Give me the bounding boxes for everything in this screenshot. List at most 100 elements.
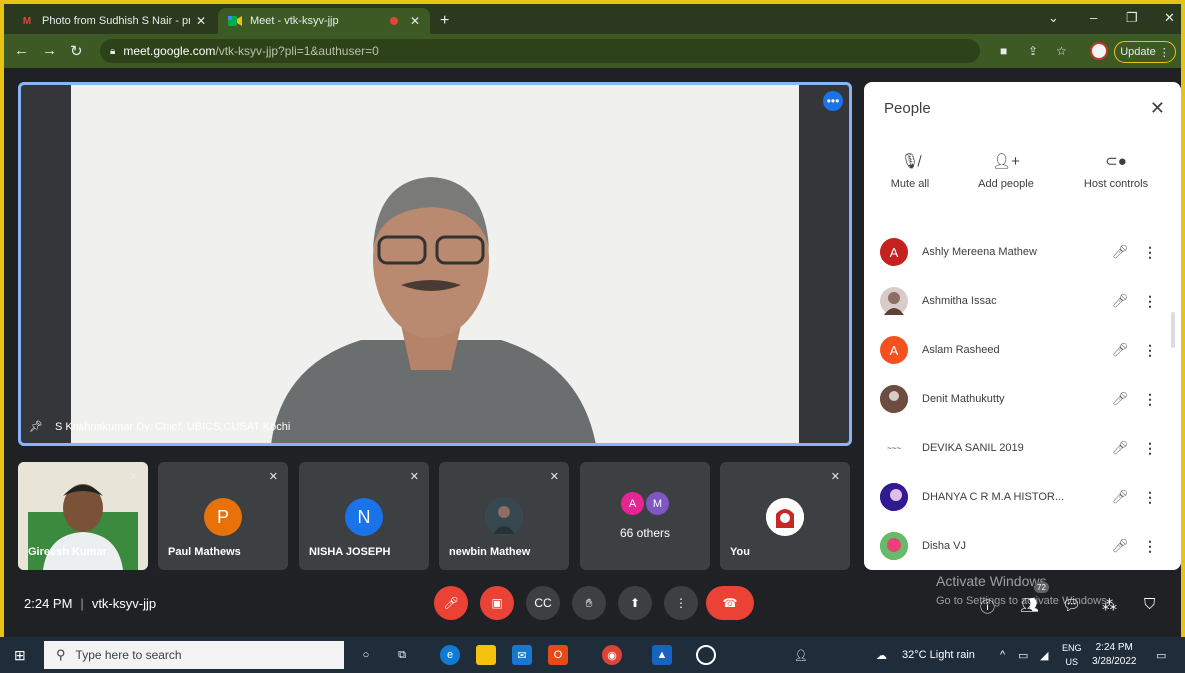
minimize-icon[interactable]: – bbox=[1090, 10, 1097, 25]
present-button[interactable]: ⬆ bbox=[618, 586, 652, 620]
main-video[interactable]: 📌︎ S Krishnakumar Dy. Chief, UBICS,CUSAT… bbox=[18, 82, 852, 446]
mic-off-icon: ✕ bbox=[128, 471, 138, 483]
mute-all-button[interactable]: 🎙︎̸ Mute all bbox=[884, 152, 936, 190]
more-vert-icon[interactable]: ⋮ bbox=[1135, 391, 1165, 408]
mic-off-icon[interactable]: 🎤︎ bbox=[1105, 391, 1135, 407]
tab-search-icon[interactable]: ⌄ bbox=[1048, 10, 1059, 26]
participant-name: Ashly Mereena Mathew bbox=[922, 246, 1037, 258]
more-vert-icon[interactable]: ⋮ bbox=[1135, 244, 1165, 261]
taskbar-clock[interactable]: 2:24 PM 3/28/2022 bbox=[1092, 641, 1137, 669]
address-toolbar: ← → ↻ 🔒︎ meet.google.com /vtk-ksyv-jjp?p… bbox=[4, 34, 1181, 68]
participant-row[interactable]: Ashmitha Issac 🎤︎ ⋮ bbox=[880, 281, 1165, 321]
participant-name: DEVIKA SANIL 2019 bbox=[922, 442, 1024, 454]
participant-row[interactable]: Denit Mathukutty 🎤︎ ⋮ bbox=[880, 379, 1165, 419]
participant-tile[interactable]: ✕ N NISHA JOSEPH bbox=[299, 462, 429, 570]
others-count: 66 others bbox=[619, 526, 671, 540]
action-label: Mute all bbox=[890, 178, 930, 190]
cortana-icon[interactable]: ○ bbox=[356, 645, 376, 665]
new-tab-icon[interactable]: + bbox=[440, 12, 449, 30]
close-tab-icon[interactable]: ✕ bbox=[196, 14, 206, 28]
network-icon[interactable]: ▭ bbox=[1018, 649, 1028, 662]
edge-icon[interactable]: e bbox=[440, 645, 460, 665]
task-view-icon[interactable]: ⧉ bbox=[392, 645, 412, 665]
profile-avatar[interactable] bbox=[1090, 42, 1108, 60]
office-icon[interactable]: O bbox=[548, 645, 568, 665]
self-tile[interactable]: ✕ You bbox=[720, 462, 850, 570]
reload-icon[interactable]: ↻ bbox=[70, 42, 83, 60]
clock-date: 3/28/2022 bbox=[1092, 656, 1137, 667]
chat-icon[interactable]: 💬︎ bbox=[1062, 596, 1081, 614]
weather-text[interactable]: 32°C Light rain bbox=[902, 649, 975, 661]
mic-off-icon[interactable]: 🎤︎ bbox=[1105, 293, 1135, 309]
tab-gmail[interactable]: M Photo from Sudhish S Nair - proc ✕ bbox=[10, 8, 216, 34]
people-icon[interactable]: 👥︎ bbox=[1020, 596, 1039, 614]
photos-icon[interactable]: ▲ bbox=[652, 645, 672, 665]
obs-icon[interactable] bbox=[696, 645, 716, 665]
more-vert-icon: ⋮ bbox=[675, 596, 687, 610]
participant-tile[interactable]: ✕ Gireesh Kumar bbox=[18, 462, 148, 570]
scrollbar[interactable] bbox=[1171, 312, 1175, 348]
participant-tile[interactable]: ✕ newbin Mathew bbox=[439, 462, 569, 570]
participant-name: newbin Mathew bbox=[449, 546, 531, 558]
tab-meet[interactable]: Meet - vtk-ksyv-jjp ✕ bbox=[218, 8, 430, 34]
more-vert-icon[interactable]: ⋮ bbox=[1135, 293, 1165, 310]
more-options-button[interactable]: ⋮ bbox=[664, 586, 698, 620]
restore-icon[interactable]: ❐ bbox=[1126, 10, 1138, 26]
update-button[interactable]: Update ⋮ bbox=[1114, 41, 1176, 63]
participant-row[interactable]: A Ashly Mereena Mathew 🎤︎ ⋮ bbox=[880, 232, 1165, 272]
close-window-icon[interactable]: ✕ bbox=[1164, 10, 1175, 26]
participant-row[interactable]: Disha VJ 🎤︎ ⋮ bbox=[880, 526, 1165, 566]
close-tab-icon[interactable]: ✕ bbox=[410, 14, 420, 28]
captions-button[interactable]: CC bbox=[526, 586, 560, 620]
chevron-up-icon[interactable]: ^ bbox=[1000, 649, 1005, 661]
mic-off-icon[interactable]: 🎤︎ bbox=[1105, 538, 1135, 554]
star-icon[interactable]: ☆ bbox=[1056, 44, 1067, 58]
notifications-icon[interactable]: ▭ bbox=[1156, 649, 1166, 662]
participant-row[interactable]: ~~~ DEVIKA SANIL 2019 🎤︎ ⋮ bbox=[880, 428, 1165, 468]
panel-title: People bbox=[884, 100, 931, 117]
info-icon[interactable]: ⓘ bbox=[980, 596, 995, 617]
participant-row[interactable]: DHANYA C R M.A HISTOR... 🎤︎ ⋮ bbox=[880, 477, 1165, 517]
file-explorer-icon[interactable] bbox=[476, 645, 496, 665]
action-label: Host controls bbox=[1083, 178, 1149, 190]
mic-toggle-button[interactable]: 🎤︎ bbox=[434, 586, 468, 620]
activities-icon[interactable]: ⁂ bbox=[1102, 596, 1117, 614]
share-icon[interactable]: ⇪ bbox=[1028, 44, 1038, 58]
mic-off-icon[interactable]: 🎤︎ bbox=[1105, 342, 1135, 358]
back-icon[interactable]: ← bbox=[14, 42, 29, 59]
leave-call-button[interactable]: ☎︎ bbox=[706, 586, 754, 620]
meeting-time: 2:24 PM bbox=[24, 596, 73, 611]
mic-off-icon[interactable]: 🎤︎ bbox=[1105, 244, 1135, 260]
camera-icon[interactable]: ■ bbox=[1000, 44, 1007, 58]
host-controls-button[interactable]: ⊂● Host controls bbox=[1076, 152, 1156, 190]
clock-time: 2:24 PM bbox=[1095, 642, 1133, 653]
more-vert-icon[interactable]: ⋮ bbox=[1135, 538, 1165, 555]
language-indicator[interactable]: ENG US bbox=[1062, 641, 1082, 669]
others-tile[interactable]: A M 66 others bbox=[580, 462, 710, 570]
pin-icon[interactable]: 📌︎ bbox=[29, 420, 43, 433]
lang-top: ENG bbox=[1062, 643, 1082, 653]
windows-start-icon[interactable]: ⊞ bbox=[14, 647, 26, 664]
host-shield-icon[interactable]: ⛉ bbox=[1144, 596, 1155, 613]
more-options-icon[interactable]: ••• bbox=[823, 91, 843, 111]
participant-tile[interactable]: ✕ P Paul Mathews bbox=[158, 462, 288, 570]
close-icon[interactable]: ✕ bbox=[1150, 98, 1165, 119]
forward-icon[interactable]: → bbox=[42, 42, 57, 59]
mic-off-icon[interactable]: 🎤︎ bbox=[1105, 440, 1135, 456]
chrome-icon[interactable]: ◉ bbox=[602, 645, 622, 665]
more-vert-icon[interactable]: ⋮ bbox=[1135, 440, 1165, 457]
more-vert-icon[interactable]: ⋮ bbox=[1135, 342, 1165, 359]
mail-icon[interactable]: ✉ bbox=[512, 645, 532, 665]
camera-toggle-button[interactable]: ▣ bbox=[480, 586, 514, 620]
mic-off-icon[interactable]: 🎤︎ bbox=[1105, 489, 1135, 505]
more-vert-icon[interactable]: ⋮ bbox=[1135, 489, 1165, 506]
participant-row[interactable]: A Aslam Rasheed 🎤︎ ⋮ bbox=[880, 330, 1165, 370]
taskbar-search[interactable]: ⚲ Type here to search bbox=[44, 641, 344, 669]
url-bar[interactable]: 🔒︎ meet.google.com /vtk-ksyv-jjp?pli=1&a… bbox=[100, 39, 980, 63]
avatar bbox=[880, 483, 908, 511]
avatar: N bbox=[345, 498, 383, 536]
add-people-button[interactable]: 👤︎+ Add people bbox=[968, 152, 1044, 190]
people-tray-icon[interactable]: 👤︎ bbox=[794, 649, 808, 662]
raise-hand-button[interactable]: ✋︎ bbox=[572, 586, 606, 620]
volume-icon[interactable]: ◢ bbox=[1040, 649, 1048, 662]
